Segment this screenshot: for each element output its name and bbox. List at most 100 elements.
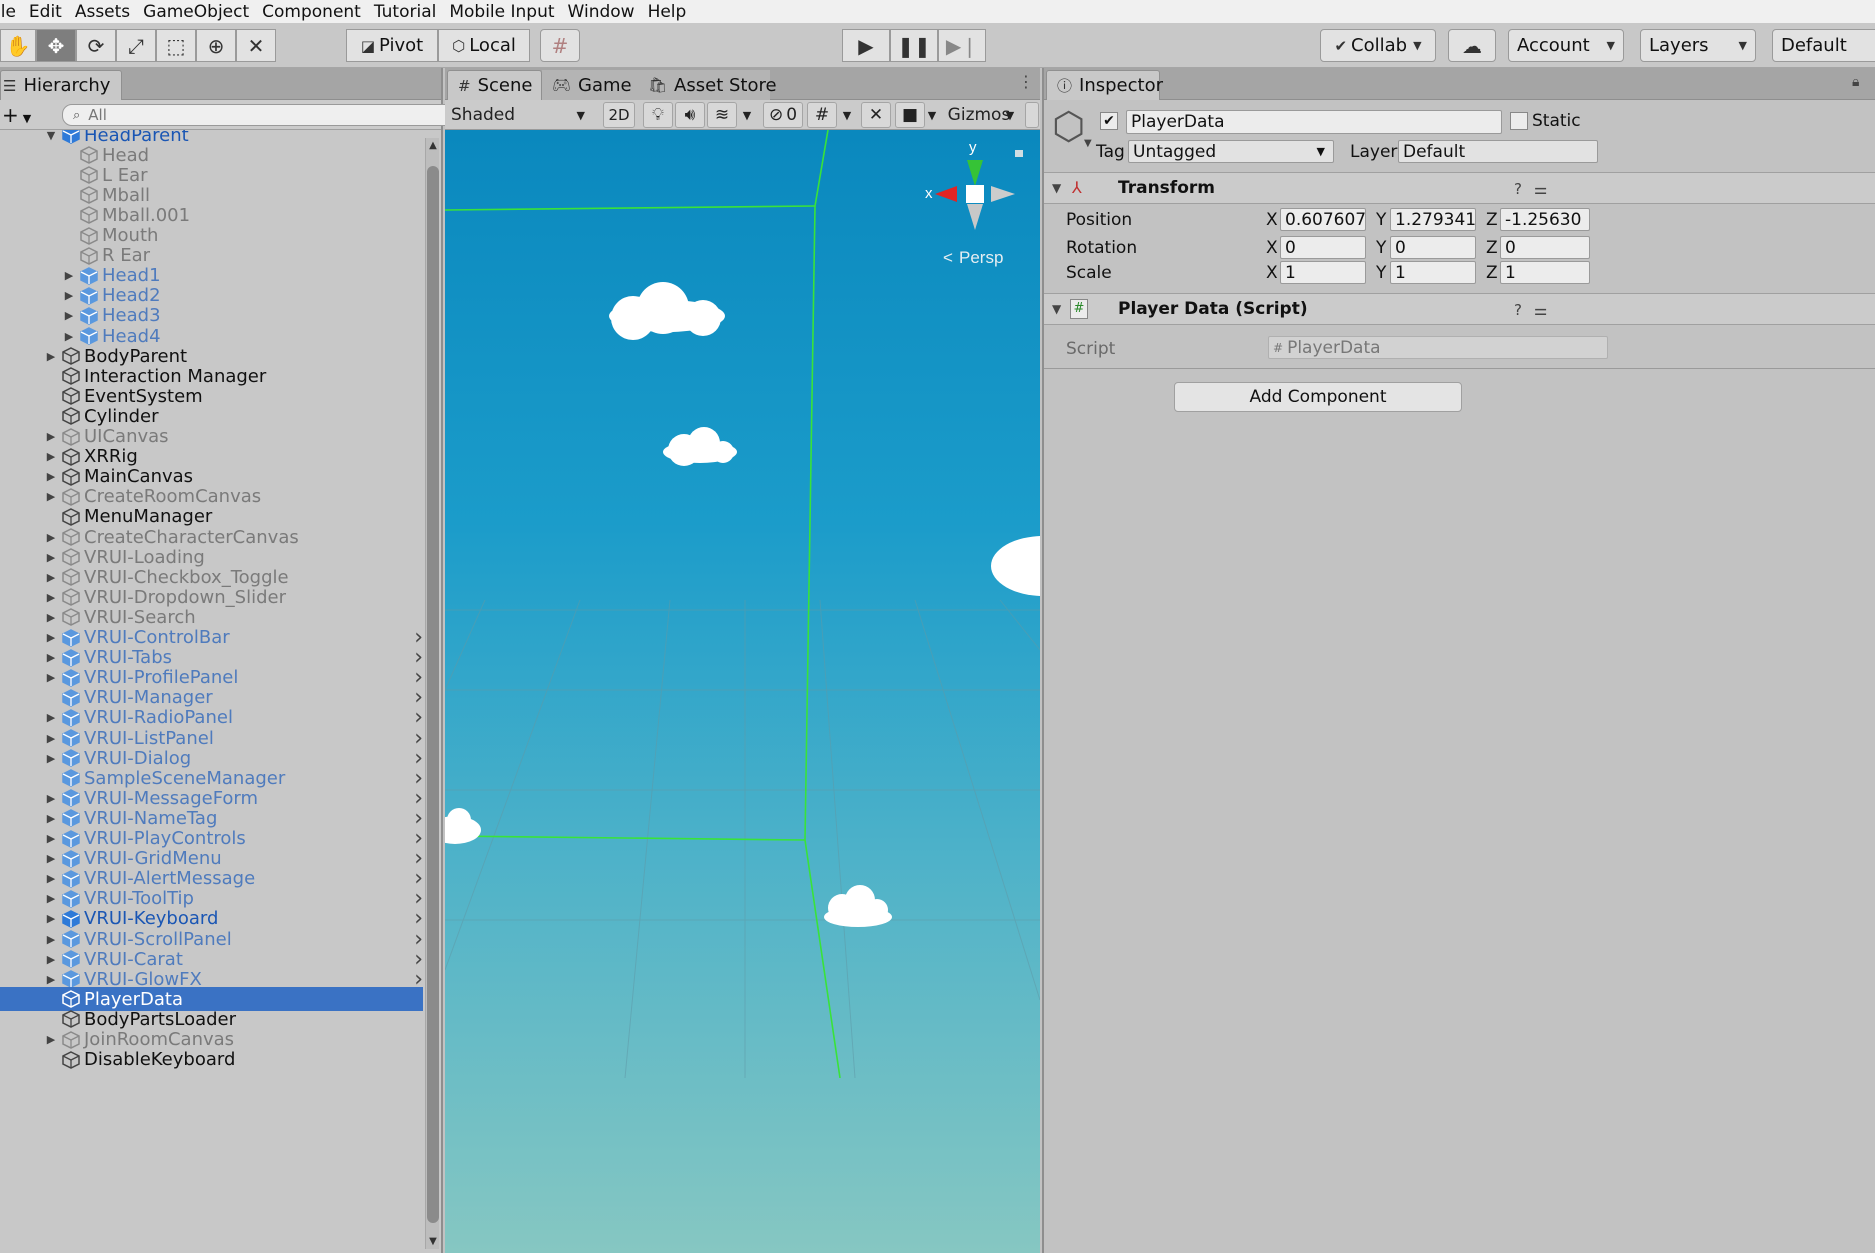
scroll-up-icon[interactable]: ▲ [426,140,440,151]
script-section-header[interactable]: ▼ # Player Data (Script) ?⚌ [1044,293,1875,325]
collab-dropdown[interactable]: ✔ Collab ▼ [1320,29,1436,62]
camera-toggle[interactable]: ■ [895,102,925,128]
collapsed-arrow-icon[interactable]: ▶ [44,892,58,905]
audio-toggle[interactable]: 🔊︎ [675,102,705,128]
menu-help[interactable]: Help [648,2,687,22]
tab-inspector[interactable]: ⓘ Inspector [1046,70,1163,100]
menu-assets[interactable]: Assets [75,2,130,22]
scale-y-field[interactable]: 1 [1390,261,1476,284]
rotation-y-field[interactable]: 0 [1390,236,1476,259]
shading-mode-dropdown[interactable]: Shaded ▼ [451,102,591,128]
tab-hierarchy[interactable]: ☰ Hierarchy [0,70,122,100]
grid-snap-button[interactable]: # [540,29,580,62]
collapsed-arrow-icon[interactable]: ▶ [44,531,58,544]
cloud-button[interactable]: ☁ [1448,29,1496,62]
collapsed-arrow-icon[interactable]: ▶ [44,611,58,624]
static-checkbox[interactable] [1510,112,1528,130]
effects-dropdown[interactable]: ▼ [739,102,755,128]
grid-dropdown[interactable]: ▼ [839,102,855,128]
add-component-button[interactable]: Add Component [1174,382,1462,412]
scale-x-field[interactable]: 1 [1280,261,1366,284]
help-icon[interactable]: ? [1514,180,1534,198]
toggle-2d-button[interactable]: 2D [603,102,635,128]
menu-component[interactable]: Component [262,2,361,22]
chevron-down-icon[interactable]: ▼ [1084,138,1092,149]
collapsed-arrow-icon[interactable]: ▶ [44,912,58,925]
menu-gameobject[interactable]: GameObject [143,2,249,22]
collapsed-arrow-icon[interactable]: ▶ [62,330,76,343]
rotation-z-field[interactable]: 0 [1500,236,1590,259]
account-dropdown[interactable]: Account ▼ [1508,29,1624,62]
custom-tool-button[interactable]: ✕ [236,29,276,62]
collapsed-arrow-icon[interactable]: ▶ [44,470,58,483]
menu-edit[interactable]: Edit [29,2,62,22]
collapsed-arrow-icon[interactable]: ▶ [44,430,58,443]
collapsed-arrow-icon[interactable]: ▶ [44,973,58,986]
scene-search-field[interactable] [1025,102,1039,128]
orientation-gizmo[interactable]: y x < Persp [925,139,1023,267]
scroll-thumb[interactable] [427,166,439,1223]
collapsed-arrow-icon[interactable]: ▶ [44,812,58,825]
collapsed-arrow-icon[interactable]: ▶ [44,350,58,363]
collapsed-arrow-icon[interactable]: ▶ [62,289,76,302]
script-field[interactable]: # PlayerData [1268,336,1608,359]
gizmo-lock-icon[interactable] [1015,150,1023,157]
collapsed-arrow-icon[interactable]: ▶ [44,490,58,503]
camera-dropdown[interactable]: ▼ [925,102,939,128]
collapsed-arrow-icon[interactable]: ▶ [44,792,58,805]
effects-toggle[interactable]: ≋ [707,102,737,128]
pivot-toggle[interactable]: ◪ Pivot [346,29,438,62]
collapsed-arrow-icon[interactable]: ▶ [44,933,58,946]
transform-section-header[interactable]: ▼ ⅄ Transform ?⚌ [1044,172,1875,204]
tab-scene[interactable]: # Scene [447,70,542,100]
collapsed-arrow-icon[interactable]: ▶ [44,852,58,865]
gizmo-neg-x-arrow[interactable] [991,186,1015,202]
gizmo-x-arrow[interactable] [935,186,957,202]
position-x-field[interactable]: 0.6076075 [1280,208,1366,231]
grid-toggle[interactable]: # [807,102,837,128]
collapsed-arrow-icon[interactable]: ▶ [44,872,58,885]
step-button[interactable]: ▶❘ [938,29,986,62]
scroll-down-icon[interactable]: ▼ [426,1236,440,1247]
settings-sliders-icon[interactable]: ⚌ [1534,301,1559,319]
transform-tool-button[interactable]: ⊕ [196,29,236,62]
hierarchy-row[interactable]: DisableKeyboard [0,1048,423,1072]
hierarchy-scrollbar[interactable]: ▲ ▼ [425,138,439,1249]
layout-dropdown[interactable]: Default [1772,29,1875,62]
collapsed-arrow-icon[interactable]: ▶ [44,732,58,745]
scale-z-field[interactable]: 1 [1500,261,1590,284]
active-checkbox[interactable]: ✔ [1100,112,1118,130]
move-tool-button[interactable]: ✥ [36,29,76,62]
rotation-x-field[interactable]: 0 [1280,236,1366,259]
collapsed-arrow-icon[interactable]: ▶ [44,953,58,966]
gizmos-chevron[interactable]: ▼ [1003,102,1017,128]
tag-dropdown[interactable]: Untagged ▼ [1128,140,1334,163]
collapsed-arrow-icon[interactable]: ▶ [44,631,58,644]
gizmo-center-cube[interactable] [966,185,984,203]
scale-tool-button[interactable]: ⤢ [116,29,156,62]
collapsed-arrow-icon[interactable]: ▶ [62,269,76,282]
collapsed-arrow-icon[interactable]: ▶ [44,1033,58,1046]
menu-tutorial[interactable]: Tutorial [374,2,437,22]
hand-tool-button[interactable]: ✋ [0,29,36,62]
hidden-objects-toggle[interactable]: ⊘ 0 [763,102,803,128]
tab-asset-store[interactable]: 🛍︎ Asset Store [638,70,777,100]
collapsed-arrow-icon[interactable]: ▶ [44,752,58,765]
settings-sliders-icon[interactable]: ⚌ [1534,180,1559,198]
collapsed-arrow-icon[interactable]: ▶ [44,651,58,664]
tab-game[interactable]: 🎮︎ Game [542,70,638,100]
lock-icon[interactable]: 🔒︎ [1852,74,1859,90]
pause-button[interactable]: ❚❚ [890,29,938,62]
collapsed-arrow-icon[interactable]: ▶ [44,671,58,684]
kebab-menu-icon[interactable]: ⋮ [1018,72,1034,91]
play-button[interactable]: ▶ [842,29,890,62]
scene-viewport[interactable]: y x < Persp [445,130,1040,1253]
layer-dropdown[interactable]: Default [1398,140,1598,163]
menu-mobile-input[interactable]: Mobile Input [449,2,554,22]
projection-label[interactable]: Persp [959,248,1003,267]
rect-tool-button[interactable]: ⬚ [156,29,196,62]
create-dropdown-button[interactable]: + ▼ [2,103,31,127]
collapsed-arrow-icon[interactable]: ▶ [44,571,58,584]
expanded-arrow-icon[interactable]: ▼ [44,130,58,142]
collapsed-arrow-icon[interactable]: ▶ [44,450,58,463]
